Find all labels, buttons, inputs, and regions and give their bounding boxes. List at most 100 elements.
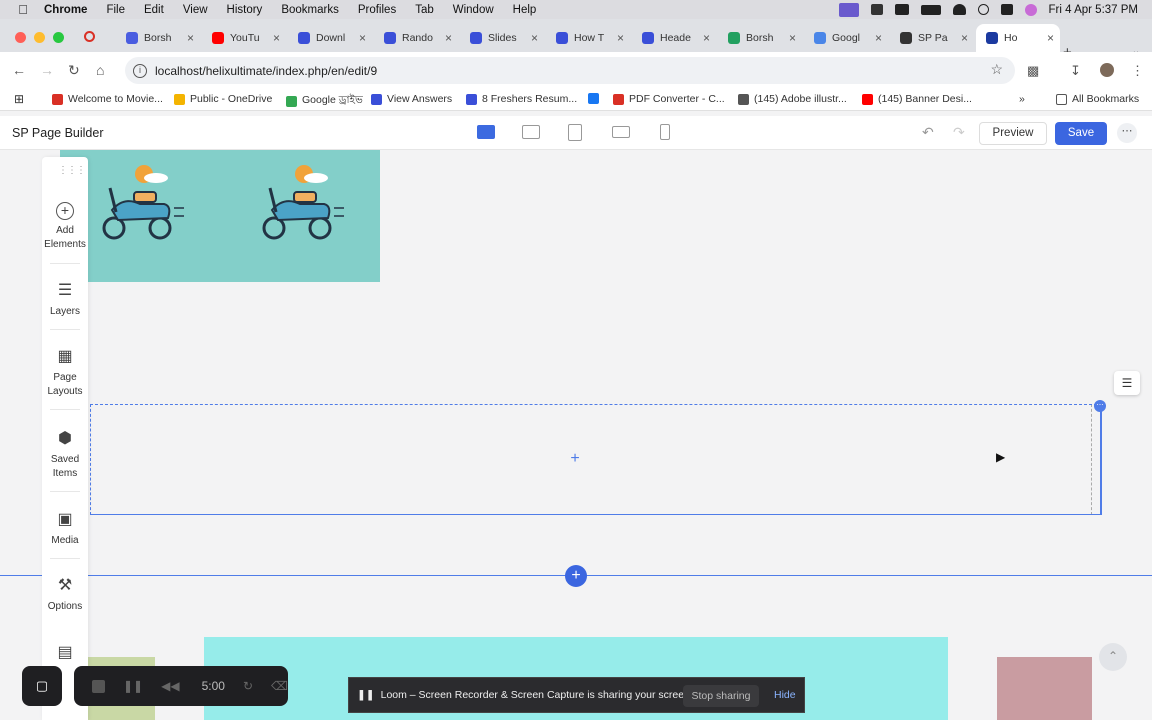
tab-item[interactable]: Borsh × bbox=[116, 24, 200, 52]
bookmark-star-icon[interactable]: ☆ bbox=[990, 61, 1003, 78]
bookmark-item[interactable]: Public - OneDrive bbox=[174, 93, 272, 105]
scooter-image-block[interactable] bbox=[60, 150, 380, 282]
bookmark-item[interactable]: (145) Adobe illustr... bbox=[738, 93, 847, 105]
siri-icon[interactable] bbox=[1024, 3, 1037, 16]
tab-close-icon[interactable]: × bbox=[359, 31, 366, 45]
tab-item[interactable]: Googl × bbox=[804, 24, 888, 52]
undo-icon[interactable]: ↶ bbox=[922, 124, 934, 141]
tab-item[interactable]: YouTu × bbox=[202, 24, 286, 52]
keyboard-input-icon[interactable] bbox=[894, 4, 909, 15]
omnibox[interactable]: i localhost/helixultimate/index.php/en/e… bbox=[125, 57, 1015, 84]
tab-close-icon[interactable]: × bbox=[187, 31, 194, 45]
bookmark-item[interactable] bbox=[588, 93, 604, 104]
scroll-to-top-icon[interactable]: ⌃ bbox=[1099, 643, 1127, 671]
sidebar-item-media[interactable]: ▣ Media bbox=[42, 510, 88, 548]
bookmark-item[interactable]: Google ড্রাইভ bbox=[286, 93, 363, 110]
loom-camera-button[interactable]: ▢ bbox=[22, 666, 62, 706]
add-element-plus-icon[interactable]: + bbox=[568, 451, 582, 467]
tab-item[interactable]: SP Pa × bbox=[890, 24, 974, 52]
stop-sharing-button[interactable]: Stop sharing bbox=[683, 685, 759, 707]
apps-grid-icon[interactable]: ⊞ bbox=[14, 92, 24, 106]
maximize-window-button[interactable] bbox=[53, 32, 64, 43]
tab-close-icon[interactable]: × bbox=[1047, 31, 1054, 45]
extensions-icon[interactable]: ▩ bbox=[1027, 63, 1039, 79]
sidebar-item-saved-items[interactable]: ⬢ Saved Items bbox=[42, 429, 88, 481]
rewind-icon[interactable]: ◀◀ bbox=[161, 679, 179, 693]
section-options-dot-icon[interactable]: ⋯ bbox=[1094, 400, 1106, 412]
tab-recording-icon[interactable] bbox=[84, 31, 95, 42]
hide-notice-link[interactable]: Hide bbox=[774, 689, 796, 701]
bookmark-item[interactable]: View Answers bbox=[371, 93, 452, 105]
selected-section[interactable] bbox=[90, 404, 1102, 515]
desktop-view-icon[interactable] bbox=[477, 125, 495, 139]
tab-close-icon[interactable]: × bbox=[961, 31, 968, 45]
image-thumbnail-right[interactable] bbox=[997, 657, 1092, 720]
search-icon[interactable] bbox=[977, 4, 989, 15]
tab-close-icon[interactable]: × bbox=[703, 31, 710, 45]
sidebar-item-tutorials[interactable]: ▤ bbox=[42, 643, 88, 667]
sidebar-item-add-elements[interactable]: + Add Elements bbox=[42, 202, 88, 252]
site-info-icon[interactable]: i bbox=[133, 63, 147, 78]
restart-icon[interactable]: ↻ bbox=[243, 679, 253, 693]
bookmark-item[interactable]: 8 Freshers Resum... bbox=[466, 93, 577, 105]
pause-icon[interactable]: ❚❚ bbox=[123, 679, 143, 693]
drag-handle-icon[interactable]: ⋮⋮⋮ bbox=[58, 165, 86, 176]
tab-item[interactable]: Slides × bbox=[460, 24, 544, 52]
section-settings-icon[interactable]: ☰ bbox=[1114, 371, 1140, 395]
tab-close-icon[interactable]: × bbox=[531, 31, 538, 45]
tab-item[interactable]: Ho × bbox=[976, 24, 1060, 52]
all-bookmarks[interactable]: All Bookmarks bbox=[1056, 93, 1139, 105]
redo-icon[interactable]: ↷ bbox=[953, 124, 965, 141]
tab-close-icon[interactable]: × bbox=[789, 31, 796, 45]
menu-file[interactable]: File bbox=[106, 4, 125, 16]
menu-profiles[interactable]: Profiles bbox=[358, 4, 396, 16]
back-arrow-icon[interactable]: ← bbox=[12, 62, 26, 78]
tab-item[interactable]: Downl × bbox=[288, 24, 372, 52]
reload-icon[interactable]: ↻ bbox=[68, 62, 80, 79]
delete-icon[interactable]: ⌫ bbox=[271, 679, 288, 693]
tab-item[interactable]: How T × bbox=[546, 24, 630, 52]
mobile-view-icon[interactable] bbox=[660, 124, 670, 140]
preview-button[interactable]: Preview bbox=[979, 122, 1047, 145]
apple-icon[interactable]:  bbox=[16, 2, 30, 17]
tab-close-icon[interactable]: × bbox=[617, 31, 624, 45]
menu-help[interactable]: Help bbox=[513, 4, 537, 16]
menu-history[interactable]: History bbox=[227, 4, 263, 16]
tablet-view-icon[interactable] bbox=[568, 124, 582, 141]
add-section-button[interactable]: + bbox=[565, 565, 587, 587]
tablet-landscape-view-icon[interactable] bbox=[612, 126, 630, 138]
menu-app-name[interactable]: Chrome bbox=[44, 4, 87, 16]
tab-close-icon[interactable]: × bbox=[875, 31, 882, 45]
menu-clock[interactable]: Fri 4 Apr 5:37 PM bbox=[1049, 4, 1138, 16]
more-options-icon[interactable]: ⋯ bbox=[1117, 123, 1137, 143]
bookmark-item[interactable]: PDF Converter - C... bbox=[613, 93, 725, 105]
screen-share-icon[interactable] bbox=[838, 2, 859, 17]
stop-recording-icon[interactable] bbox=[92, 679, 105, 693]
tab-item[interactable]: Heade × bbox=[632, 24, 716, 52]
sidebar-item-page-layouts[interactable]: ▦ Page Layouts bbox=[42, 347, 88, 399]
sidebar-item-layers[interactable]: ☰ Layers bbox=[42, 281, 88, 319]
laptop-view-icon[interactable] bbox=[522, 125, 540, 139]
menu-window[interactable]: Window bbox=[453, 4, 494, 16]
menu-edit[interactable]: Edit bbox=[144, 4, 164, 16]
forward-arrow-icon[interactable]: → bbox=[40, 62, 54, 78]
bookmark-item[interactable]: (145) Banner Desi... bbox=[862, 93, 972, 105]
tab-item[interactable]: Rando × bbox=[374, 24, 458, 52]
home-icon[interactable]: ⌂ bbox=[96, 62, 104, 78]
tab-close-icon[interactable]: × bbox=[273, 31, 280, 45]
volume-icon[interactable] bbox=[870, 4, 883, 15]
menu-bookmarks[interactable]: Bookmarks bbox=[281, 4, 339, 16]
download-icon[interactable]: ↧ bbox=[1070, 63, 1081, 79]
tab-item[interactable]: Borsh × bbox=[718, 24, 802, 52]
chrome-menu-icon[interactable]: ⋮ bbox=[1131, 63, 1144, 79]
profile-avatar[interactable] bbox=[1100, 63, 1114, 77]
more-bookmarks-chevron-icon[interactable]: » bbox=[1019, 93, 1025, 105]
menu-tab[interactable]: Tab bbox=[415, 4, 434, 16]
wifi-icon[interactable] bbox=[952, 4, 966, 15]
tab-close-icon[interactable]: × bbox=[445, 31, 452, 45]
control-center-icon[interactable] bbox=[1000, 4, 1013, 15]
menu-view[interactable]: View bbox=[183, 4, 208, 16]
bookmark-item[interactable]: Welcome to Movie... bbox=[52, 93, 163, 105]
battery-icon[interactable] bbox=[920, 4, 941, 15]
minimize-window-button[interactable] bbox=[34, 32, 45, 43]
